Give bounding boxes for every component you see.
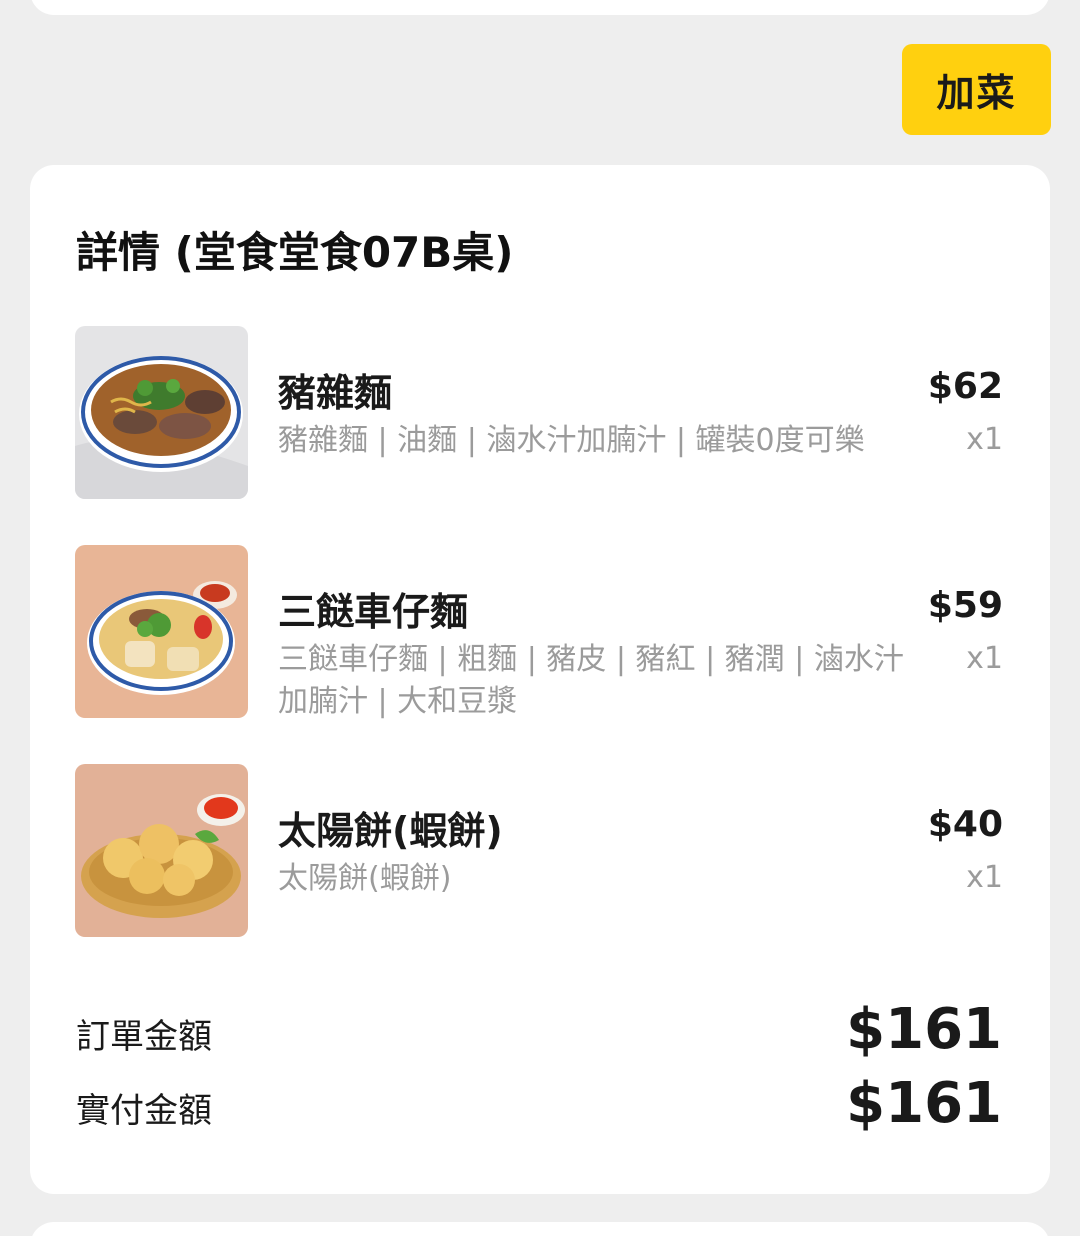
item-description: 豬雜麵 | 油麵 | 滷水汁加腩汁 | 罐裝0度可樂 <box>278 423 865 458</box>
paid-amount-label: 實付金額 <box>76 1091 212 1131</box>
item-name: 豬雜麵 <box>278 371 393 415</box>
order-amount-row: 訂單金額 $161 <box>76 997 1002 1062</box>
item-photo <box>75 764 248 937</box>
order-item[interactable]: 太陽餅(蝦餅) 太陽餅(蝦餅) $40 x1 <box>75 764 1005 937</box>
previous-card <box>30 0 1050 15</box>
item-quantity: x1 <box>966 422 1003 457</box>
order-detail-page: 加菜 詳情 (堂食堂食07B桌) 豬雜麵 豬雜麵 | 油麵 | 滷水汁加腩汁 |… <box>0 0 1080 1236</box>
item-photo <box>75 545 248 718</box>
order-amount-label: 訂單金額 <box>76 1017 212 1057</box>
item-quantity: x1 <box>966 641 1003 676</box>
paid-amount-value: $161 <box>846 1071 1002 1136</box>
item-photo <box>75 326 248 499</box>
item-description: 太陽餅(蝦餅) <box>278 861 452 896</box>
item-description: 三餸車仔麵 | 粗麵 | 豬皮 | 豬紅 | 豬潤 | 滷水汁加腩汁 | 大和豆… <box>278 642 904 719</box>
detail-title: 詳情 (堂食堂食07B桌) <box>76 228 514 277</box>
order-item[interactable]: 豬雜麵 豬雜麵 | 油麵 | 滷水汁加腩汁 | 罐裝0度可樂 $62 x1 <box>75 326 1005 499</box>
item-price: $59 <box>927 585 1003 626</box>
next-card <box>30 1222 1050 1236</box>
add-dish-button[interactable]: 加菜 <box>902 44 1051 135</box>
item-price: $62 <box>927 366 1003 407</box>
order-detail-card: 詳情 (堂食堂食07B桌) 豬雜麵 豬雜麵 | 油麵 | 滷水汁加腩汁 | 罐裝… <box>30 165 1050 1194</box>
item-price: $40 <box>927 804 1003 845</box>
order-item[interactable]: 三餸車仔麵 三餸車仔麵 | 粗麵 | 豬皮 | 豬紅 | 豬潤 | 滷水汁加腩汁… <box>75 545 1005 719</box>
item-name: 三餸車仔麵 <box>278 590 469 634</box>
order-amount-value: $161 <box>846 997 1002 1062</box>
paid-amount-row: 實付金額 $161 <box>76 1071 1002 1136</box>
item-name: 太陽餅(蝦餅) <box>278 809 503 853</box>
item-quantity: x1 <box>966 860 1003 895</box>
